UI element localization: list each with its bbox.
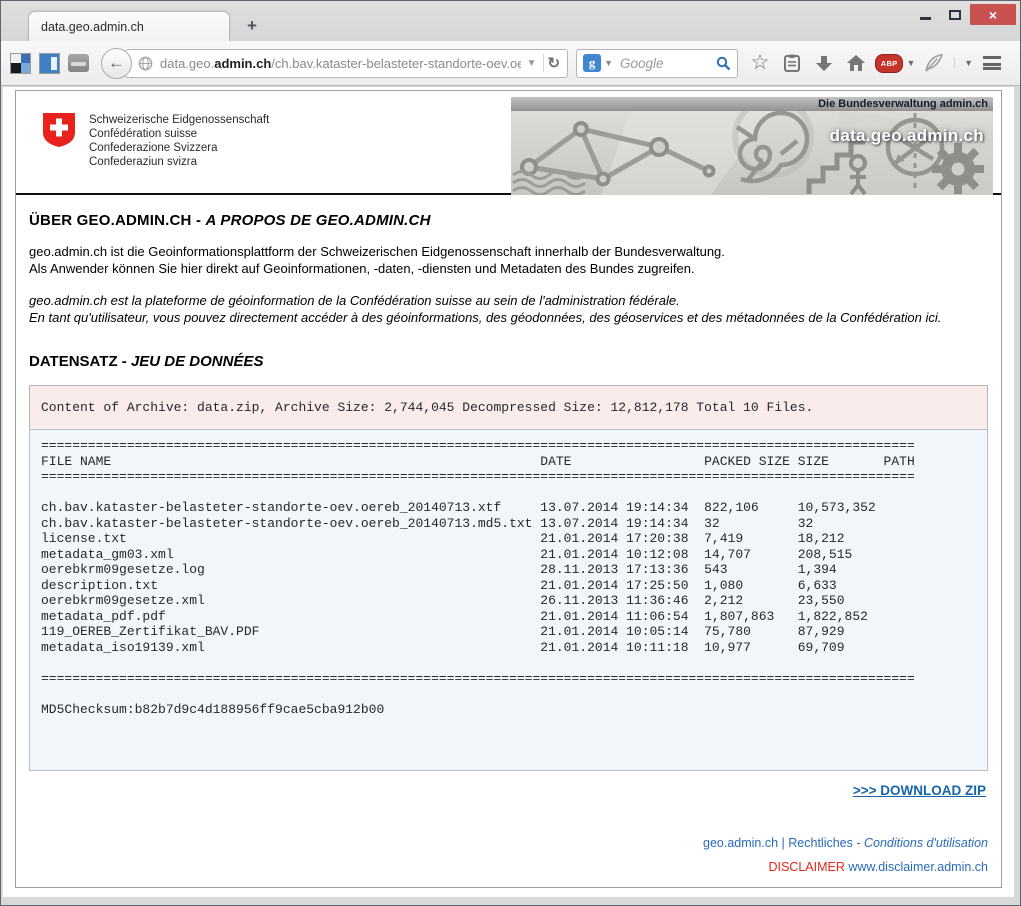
home-button[interactable] bbox=[840, 48, 872, 78]
about-heading: ÜBER GEO.ADMIN.CH - A PROPOS DE GEO.ADMI… bbox=[29, 212, 988, 229]
archive-summary: Content of Archive: data.zip, Archive Si… bbox=[29, 385, 988, 429]
adblock-button[interactable]: ABP ▼ bbox=[872, 48, 918, 78]
page-footer: geo.admin.ch | Rechtliches - Conditions … bbox=[29, 836, 988, 887]
navigation-toolbar: ← data.geo.admin.ch/ch.bav.kataster-bela… bbox=[1, 41, 1020, 86]
url-domain: admin.ch bbox=[214, 56, 271, 71]
bookmark-star-button[interactable]: ☆ bbox=[744, 48, 776, 78]
confederation-names: Schweizerische Eidgenossenschaft Confédé… bbox=[89, 112, 269, 169]
search-input[interactable] bbox=[618, 55, 716, 72]
site-title: data.geo.admin.ch bbox=[830, 126, 984, 146]
banner-collage: data.geo.admin.ch bbox=[511, 111, 993, 195]
main-content: ÜBER GEO.ADMIN.CH - A PROPOS DE GEO.ADMI… bbox=[16, 212, 1001, 887]
addon-archive-icon[interactable] bbox=[68, 54, 89, 72]
quad-tl bbox=[11, 54, 21, 64]
about-paragraph-de: geo.admin.ch ist die Geoinformationsplat… bbox=[29, 243, 988, 277]
url-path: /ch.bav.kataster-belasteter-standorte-oe… bbox=[271, 56, 520, 71]
url-subdomain: data.geo. bbox=[160, 56, 214, 71]
back-button[interactable]: ← bbox=[101, 48, 132, 79]
brand-line-rm: Confederaziun svizra bbox=[89, 155, 269, 169]
disclaimer-link[interactable]: www.disclaimer.admin.ch bbox=[848, 860, 988, 874]
about-heading-de: ÜBER GEO.ADMIN.CH bbox=[29, 212, 192, 229]
tab-title: data.geo.admin.ch bbox=[41, 20, 144, 34]
footer-link-conditions[interactable]: Conditions d'utilisation bbox=[864, 836, 988, 850]
star-icon: ☆ bbox=[751, 52, 770, 73]
search-box[interactable]: g ▼ bbox=[576, 49, 738, 78]
quad-br bbox=[21, 63, 31, 73]
quad-bl bbox=[11, 63, 21, 73]
back-icon: ← bbox=[108, 53, 125, 73]
menu-button[interactable] bbox=[973, 48, 1011, 78]
brand-line-it: Confederazione Svizzera bbox=[89, 141, 269, 155]
maximize-icon bbox=[949, 10, 961, 20]
reload-button[interactable]: ↻ bbox=[543, 54, 561, 72]
overflow-button[interactable]: ▼ bbox=[954, 58, 973, 68]
new-tab-button[interactable]: + bbox=[239, 15, 265, 37]
titlebar: data.geo.admin.ch + × bbox=[1, 1, 1020, 41]
brand-line-fr: Confédération suisse bbox=[89, 127, 269, 141]
about-paragraph-fr: geo.admin.ch est la plateforme de géoinf… bbox=[29, 292, 988, 326]
about-heading-fr: A PROPOS DE GEO.ADMIN.CH bbox=[206, 212, 431, 229]
dataset-heading-fr: JEU DE DONNÉES bbox=[131, 353, 264, 370]
disclaimer-label: DISCLAIMER bbox=[768, 860, 844, 874]
url-text: data.geo.admin.ch/ch.bav.kataster-belast… bbox=[160, 56, 521, 71]
close-icon: × bbox=[989, 7, 997, 23]
admin-bar[interactable]: Die Bundesverwaltung admin.ch bbox=[511, 97, 993, 111]
panel-shape bbox=[51, 57, 57, 70]
minimize-icon bbox=[920, 17, 931, 20]
federal-header: Schweizerische Eidgenossenschaft Confédé… bbox=[16, 91, 1001, 195]
dataset-heading-de: DATENSATZ bbox=[29, 353, 118, 370]
browser-window: data.geo.admin.ch + × ← data.geo.admin.c… bbox=[0, 0, 1021, 906]
toolbar-buttons: ☆ ABP ▼ bbox=[744, 48, 1011, 78]
about-fr-line1: geo.admin.ch est la plateforme de géoinf… bbox=[29, 293, 680, 308]
search-icon[interactable] bbox=[716, 56, 731, 71]
window-controls: × bbox=[910, 4, 1016, 25]
browser-tab[interactable]: data.geo.admin.ch bbox=[28, 11, 230, 41]
maximize-button[interactable] bbox=[940, 4, 970, 25]
dataset-heading: DATENSATZ - JEU DE DONNÉES bbox=[29, 353, 988, 370]
banner-collage-graphic bbox=[511, 111, 993, 195]
url-dropdown-icon[interactable]: ▼ bbox=[521, 58, 543, 69]
footer-separator-2: - bbox=[853, 836, 864, 850]
download-arrow-icon bbox=[816, 56, 832, 71]
overflow-caret-icon: ▼ bbox=[964, 58, 973, 68]
bookmarks-menu-button[interactable] bbox=[776, 48, 808, 78]
addon-feather-button[interactable] bbox=[918, 48, 950, 78]
page-content-box: Schweizerische Eidgenossenschaft Confédé… bbox=[15, 90, 1002, 888]
footer-separator-1: | bbox=[778, 836, 788, 850]
about-heading-separator: - bbox=[192, 212, 206, 229]
download-zip-link[interactable]: >>> DOWNLOAD ZIP bbox=[853, 783, 986, 798]
brand-line-de: Schweizerische Eidgenossenschaft bbox=[89, 113, 269, 127]
addon-screenshot-icon[interactable] bbox=[10, 53, 31, 74]
footer-link-geoadmin[interactable]: geo.admin.ch bbox=[703, 836, 778, 850]
about-fr-line2: En tant qu'utilisateur, vous pouvez dire… bbox=[29, 310, 941, 325]
url-bar[interactable]: data.geo.admin.ch/ch.bav.kataster-belast… bbox=[125, 49, 568, 78]
archive-slot bbox=[71, 62, 86, 66]
file-listing-box: ========================================… bbox=[29, 429, 988, 771]
footer-disclaimer-line: DISCLAIMER www.disclaimer.admin.ch bbox=[29, 860, 988, 874]
addon-sidebar-icon[interactable] bbox=[39, 53, 60, 74]
downloads-button[interactable] bbox=[808, 48, 840, 78]
globe-icon bbox=[138, 56, 153, 71]
file-listing: ========================================… bbox=[41, 438, 976, 764]
home-icon bbox=[847, 55, 865, 71]
hamburger-menu-icon bbox=[983, 56, 1001, 70]
footer-link-rechtliches[interactable]: Rechtliches bbox=[788, 836, 853, 850]
footer-links-line: geo.admin.ch | Rechtliches - Conditions … bbox=[29, 836, 988, 850]
search-engine-caret-icon[interactable]: ▼ bbox=[601, 58, 618, 68]
about-de-line1: geo.admin.ch ist die Geoinformationsplat… bbox=[29, 244, 725, 259]
quad-tr bbox=[21, 54, 31, 64]
dataset-heading-separator: - bbox=[118, 353, 131, 370]
adblock-caret-icon: ▼ bbox=[906, 58, 915, 68]
minimize-button[interactable] bbox=[910, 4, 940, 25]
close-button[interactable]: × bbox=[970, 4, 1016, 25]
adblock-icon: ABP bbox=[875, 54, 904, 73]
swiss-coat-of-arms-icon bbox=[42, 112, 76, 148]
download-row: >>> DOWNLOAD ZIP bbox=[29, 782, 988, 800]
page-viewport: Schweizerische Eidgenossenschaft Confédé… bbox=[3, 87, 1014, 897]
clipboard-icon bbox=[784, 54, 800, 72]
search-engine-icon[interactable]: g bbox=[583, 54, 601, 72]
feather-icon bbox=[923, 54, 945, 73]
header-banner: Die Bundesverwaltung admin.ch bbox=[511, 97, 993, 195]
about-de-line2: Als Anwender können Sie hier direkt auf … bbox=[29, 261, 695, 276]
